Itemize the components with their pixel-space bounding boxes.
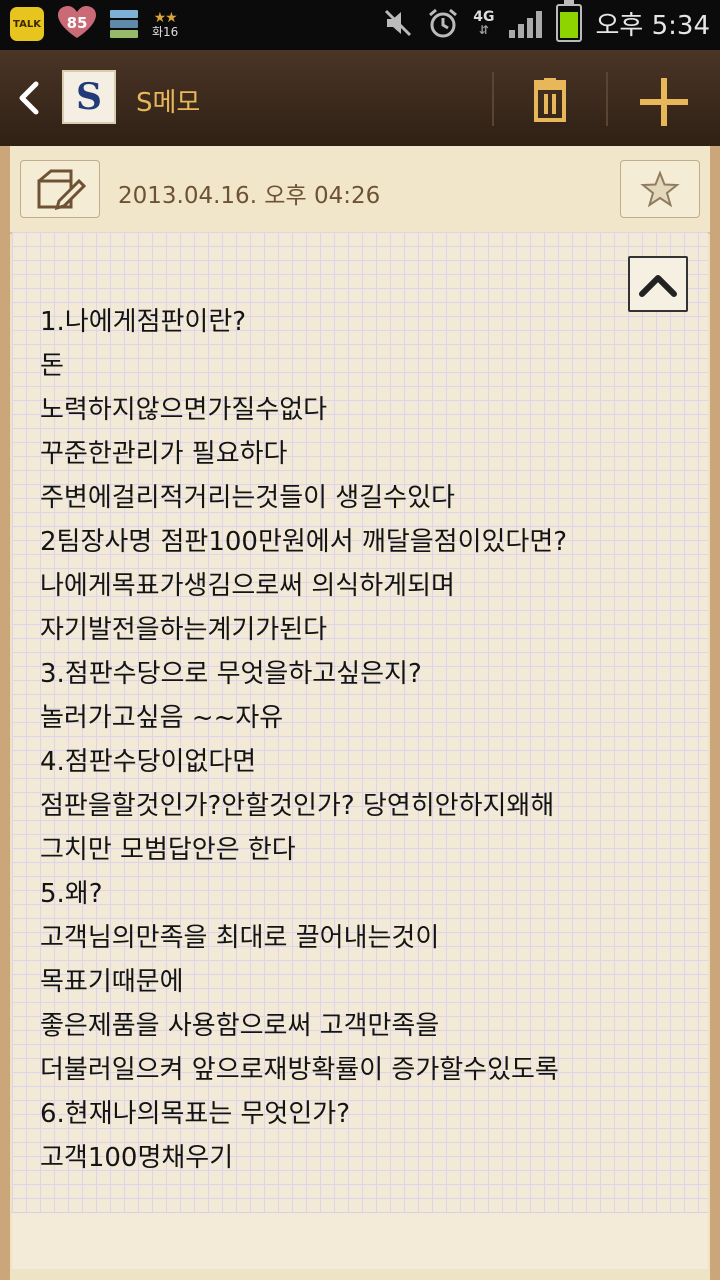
memo-line: 고객님의만족을 최대로 끌어내는것이 (40, 923, 440, 953)
calendar-label: 화16 (152, 24, 179, 39)
memo-line: 4.점판수당이없다면 (40, 747, 257, 777)
memo-line: 더불러일으켜 앞으로재방확률이 증가할수있도록 (40, 1055, 559, 1085)
edit-pencil-icon (37, 169, 87, 211)
kakaotalk-icon: TALK (10, 7, 44, 41)
signal-icon (508, 8, 542, 38)
toolbar-divider (606, 72, 608, 126)
add-note-icon[interactable] (638, 76, 690, 128)
memo-line: 노력하지않으면가질수없다 (40, 395, 328, 425)
memo-line: 놀러가고싶음 ~~자유 (40, 703, 284, 733)
memo-line: 점판을할것인가?안할것인가? 당연히안하지왜해 (40, 791, 555, 821)
back-arrow-icon[interactable] (14, 80, 44, 116)
app-stack-icon (110, 10, 138, 38)
favorite-button[interactable] (620, 160, 700, 218)
toolbar-divider (492, 72, 494, 126)
memo-line: 주변에걸리적거리는것들이 생길수있다 (40, 483, 455, 513)
alarm-icon (429, 8, 458, 38)
app-title: S메모 (136, 88, 201, 118)
paper-edge-right (710, 146, 720, 1280)
memo-date: 2013.04.16. 오후 04:26 (118, 183, 381, 209)
memo-line: 꾸준한관리가 필요하다 (40, 439, 288, 469)
memo-line: 고객100명채우기 (40, 1143, 234, 1173)
memo-line: 목표기때문에 (40, 967, 184, 997)
memo-line: 좋은제품을 사용함으로써 고객만족을 (40, 1011, 440, 1041)
edit-memo-button[interactable] (20, 160, 100, 218)
heart-badge-icon: 85 (58, 6, 96, 42)
memo-line: 3.점판수당으로 무엇을하고싶은지? (40, 659, 422, 689)
app-logo[interactable]: S (62, 70, 116, 124)
memo-line: 2팀장사명 점판100만원에서 깨달을점이있다면? (40, 527, 568, 557)
status-bar: TALK 85 ★★ 화16 4G ⇵ 오후 5:34 (0, 0, 720, 50)
memo-line: 5.왜? (40, 879, 103, 909)
mute-icon (385, 9, 412, 37)
memo-line: 그치만 모범답안은 한다 (40, 835, 296, 865)
paper-edge-left (0, 146, 10, 1280)
memo-line: 자기발전을하는계기가된다 (40, 615, 328, 645)
memo-line: 6.현재나의목표는 무엇인가? (40, 1099, 350, 1129)
notification-icons: TALK 85 ★★ 화16 (10, 6, 178, 42)
network-type: 4G ⇵ (473, 9, 495, 37)
data-arrows-icon: ⇵ (478, 23, 489, 37)
star-icon (640, 170, 680, 208)
memo-content[interactable]: 1.나에게점판이란? 돈 노력하지않으면가질수없다 꾸준한관리가 필요하다 주변… (40, 300, 700, 1180)
app-bar: S S메모 (0, 50, 720, 148)
calendar-stars-icon: ★★ 화16 (152, 9, 179, 39)
memo-line: 돈 (40, 351, 64, 381)
heart-badge-count: 85 (66, 14, 88, 32)
system-icons: 4G ⇵ 오후 5:34 (383, 0, 711, 42)
battery-icon (555, 0, 582, 42)
memo-line: 1.나에게점판이란? (40, 307, 247, 337)
delete-trash-icon[interactable] (530, 78, 570, 122)
memo-line: 나에게목표가생김으로써 의식하게되며 (40, 571, 455, 601)
clock: 오후 5:34 (595, 10, 711, 41)
memo-bottom-bar (12, 1212, 708, 1269)
